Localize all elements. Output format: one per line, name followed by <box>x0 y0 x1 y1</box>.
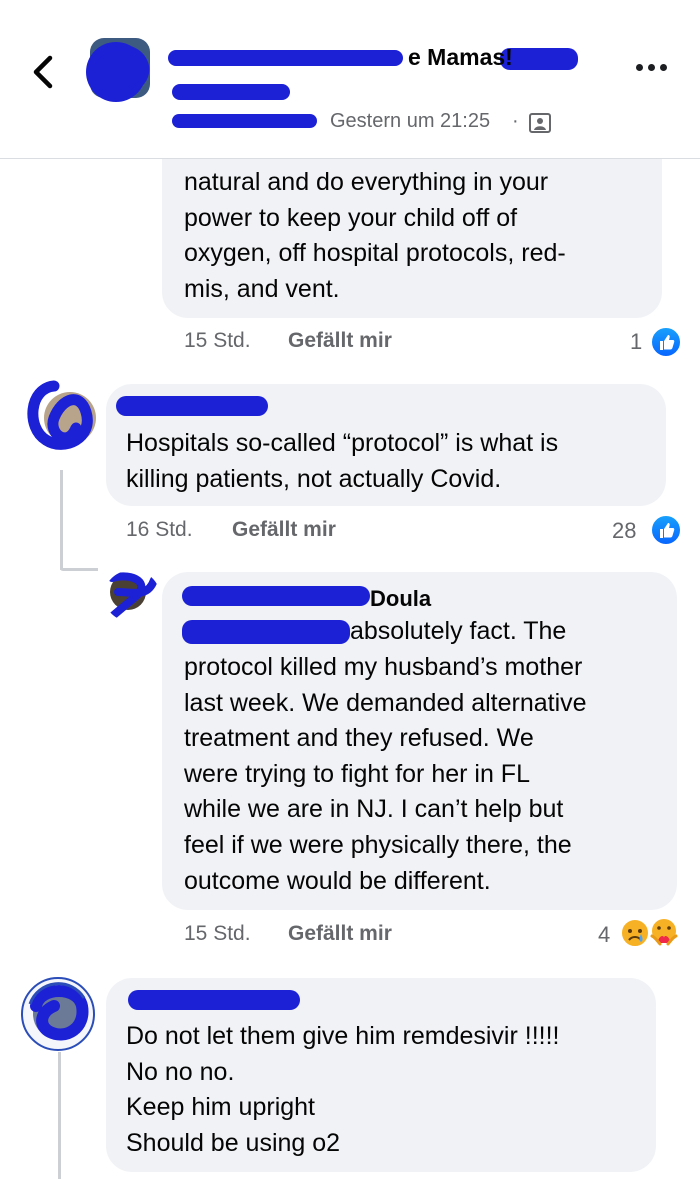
sad-icon <box>620 918 650 948</box>
comment-author[interactable]: Doula <box>370 586 431 612</box>
like-comment-button[interactable]: Gefällt mir <box>288 922 392 946</box>
thread-line <box>60 568 98 571</box>
redacted-name <box>172 114 317 128</box>
redacted-name <box>128 990 300 1010</box>
comment-text: natural and do everything in your power … <box>184 168 566 303</box>
avatar[interactable] <box>104 570 160 622</box>
post-timestamp[interactable]: Gestern um 21:25 <box>330 110 490 133</box>
comment-text: Do not let them give him remdesivir !!!!… <box>126 1022 560 1157</box>
thread-line <box>60 470 63 570</box>
comment-age[interactable]: 16 Std. <box>126 518 193 542</box>
redacted-name <box>116 396 268 416</box>
reaction-count[interactable]: 4 <box>598 922 610 948</box>
back-button[interactable] <box>24 50 64 94</box>
reaction-count[interactable]: 28 <box>612 518 636 544</box>
more-options-button[interactable] <box>636 58 682 82</box>
comment-age[interactable]: 15 Std. <box>184 922 251 946</box>
like-comment-button[interactable]: Gefällt mir <box>232 518 336 542</box>
group-avatar[interactable] <box>80 36 156 104</box>
avatar[interactable] <box>24 378 100 460</box>
more-dots-icon <box>636 58 682 76</box>
separator-dot: · <box>512 110 519 132</box>
post-header: e Mamas! Gestern um 21:25 · <box>0 0 700 159</box>
care-icon <box>648 916 680 948</box>
redacted-name <box>172 84 290 100</box>
chevron-left-icon <box>33 55 53 89</box>
redacted-name <box>168 50 403 66</box>
like-icon <box>650 514 682 546</box>
like-comment-label: Gefällt mir <box>288 922 392 945</box>
like-comment-label: Gefällt mir <box>232 518 336 541</box>
group-title[interactable]: e Mamas! <box>408 44 513 71</box>
comment-age[interactable]: 15 Std. <box>184 329 251 353</box>
redacted-name <box>182 586 370 606</box>
comment-text-first-line: absolutely fact. The <box>350 617 567 645</box>
thread-line <box>58 1052 61 1179</box>
avatar[interactable] <box>20 976 96 1052</box>
like-comment-label: Gefällt mir <box>288 329 392 352</box>
comment-text: Hospitals so-called “protocol” is what i… <box>126 429 559 493</box>
group-privacy-icon <box>528 112 554 134</box>
like-icon <box>650 326 682 358</box>
like-comment-button[interactable]: Gefällt mir <box>288 329 392 353</box>
redacted-name <box>182 620 350 644</box>
comment-text: protocol killed my husband’s mother last… <box>184 653 587 895</box>
reaction-count[interactable]: 1 <box>630 329 642 355</box>
